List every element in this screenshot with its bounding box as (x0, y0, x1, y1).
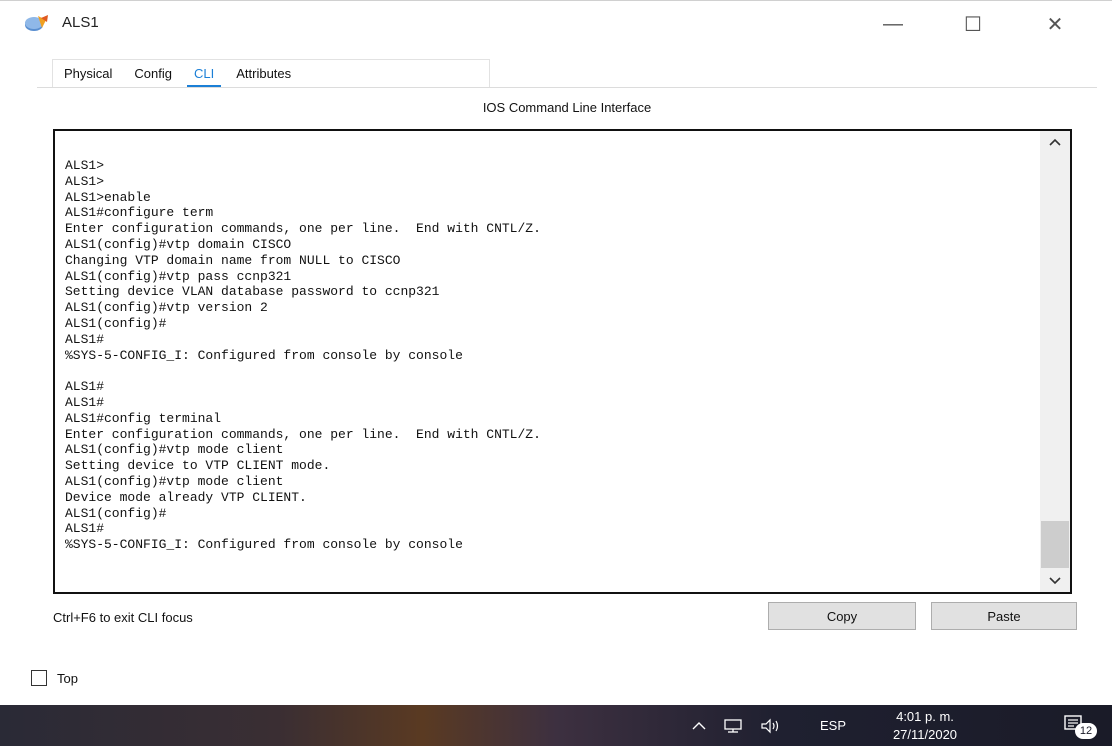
network-icon[interactable] (723, 705, 743, 746)
cli-focus-hint: Ctrl+F6 to exit CLI focus (53, 610, 193, 625)
top-checkbox[interactable] (31, 670, 47, 686)
panel-title: IOS Command Line Interface (482, 100, 652, 115)
tab-config[interactable]: Config (123, 60, 183, 88)
notification-count: 12 (1075, 723, 1097, 739)
minimize-icon: — (883, 12, 903, 35)
copy-button[interactable]: Copy (768, 602, 916, 630)
tab-physical[interactable]: Physical (53, 60, 123, 88)
clock-date: 27/11/2020 (892, 727, 958, 742)
console-scrollbar[interactable] (1040, 131, 1070, 592)
console-output[interactable]: ALS1> ALS1> ALS1>enable ALS1#configure t… (65, 158, 541, 553)
chevron-up-icon[interactable] (692, 705, 706, 746)
minimize-button[interactable]: — (870, 9, 916, 39)
paste-button[interactable]: Paste (931, 602, 1077, 630)
chevron-up-icon[interactable] (1040, 131, 1070, 153)
device-window: ALS1 — ☐ ✕ Physical Config CLI Attribute… (0, 0, 1112, 705)
language-indicator[interactable]: ESP (820, 705, 846, 746)
top-checkbox-row[interactable]: Top (31, 670, 78, 686)
taskbar-clock[interactable]: 4:01 p. m. 27/11/2020 (880, 708, 970, 744)
clock-time: 4:01 p. m. (896, 709, 954, 724)
window-title: ALS1 (62, 14, 99, 31)
maximize-icon: ☐ (964, 13, 982, 36)
tab-attributes[interactable]: Attributes (225, 60, 302, 88)
cli-panel: IOS Command Line Interface ALS1> ALS1> A… (37, 87, 1097, 642)
cli-console[interactable]: ALS1> ALS1> ALS1>enable ALS1#configure t… (53, 129, 1072, 594)
notification-icon[interactable]: 12 (1062, 713, 1097, 739)
close-icon: ✕ (1046, 13, 1064, 36)
packet-tracer-switch-icon (24, 14, 50, 34)
speaker-icon[interactable] (760, 705, 782, 746)
close-button[interactable]: ✕ (1032, 9, 1078, 39)
taskbar: ESP 4:01 p. m. 27/11/2020 12 (0, 705, 1112, 746)
chevron-down-icon[interactable] (1040, 570, 1070, 592)
top-checkbox-label: Top (57, 670, 78, 686)
tab-cli[interactable]: CLI (183, 60, 225, 88)
title-bar[interactable]: ALS1 — ☐ ✕ (0, 1, 1112, 45)
maximize-button[interactable]: ☐ (950, 9, 996, 39)
tab-bar: Physical Config CLI Attributes (52, 59, 490, 88)
scrollbar-thumb[interactable] (1041, 521, 1069, 568)
